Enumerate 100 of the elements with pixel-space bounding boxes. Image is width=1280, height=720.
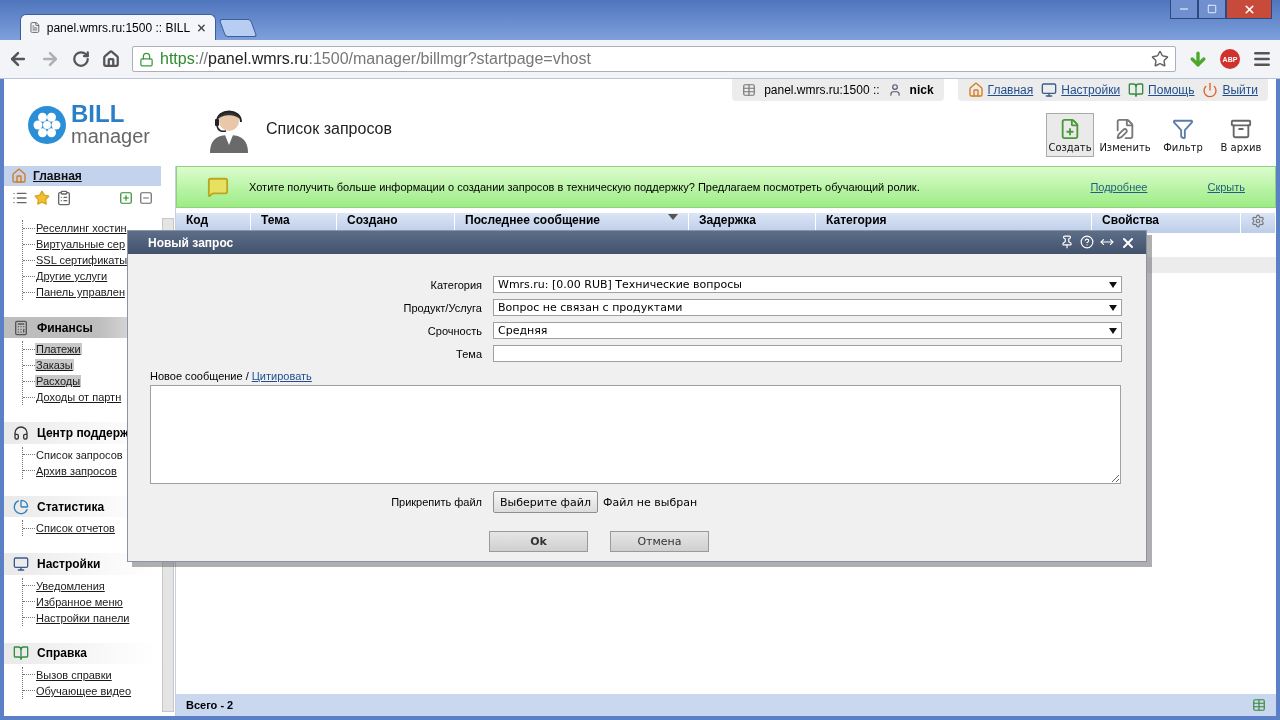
- choose-file-button[interactable]: Выберите файл: [493, 491, 598, 513]
- select-field[interactable]: Вопрос не связан с продуктами: [493, 299, 1122, 316]
- file-pen-icon: [1114, 117, 1136, 140]
- new-tab-button[interactable]: [218, 19, 258, 37]
- archive-icon: [1230, 117, 1252, 140]
- collapse-icon[interactable]: [139, 191, 153, 206]
- file-plus-icon: [1059, 117, 1081, 140]
- field-label: Прикрепить файл: [390, 496, 482, 508]
- toolbar-button[interactable]: Создать: [1046, 113, 1094, 157]
- minimize-button[interactable]: [1170, 0, 1198, 19]
- home-icon: [11, 168, 27, 185]
- group-title: Справка: [37, 646, 87, 661]
- sidebar-link[interactable]: Список отчетов: [35, 522, 116, 535]
- sidebar-link[interactable]: Реселлинг хостин: [35, 222, 128, 235]
- toolbar-button[interactable]: В архив: [1214, 113, 1268, 157]
- select-field[interactable]: Wmrs.ru: [0.00 RUB] Технические вопросы: [493, 276, 1122, 293]
- top-link[interactable]: Выйти: [1202, 82, 1258, 98]
- toolbar-button[interactable]: Изменить: [1098, 113, 1152, 157]
- monitor-icon: [13, 555, 29, 572]
- message-label: Новое сообщение /: [150, 370, 249, 382]
- power-icon: [1202, 82, 1219, 98]
- maximize-icon: [1207, 4, 1217, 14]
- speech-bubble-icon: [207, 176, 229, 198]
- field-label: Категория: [429, 278, 482, 291]
- cancel-button[interactable]: Отмена: [610, 531, 709, 552]
- sidebar-link[interactable]: Уведомления: [35, 579, 106, 592]
- ok-button[interactable]: Ok: [489, 531, 588, 552]
- sidebar-link[interactable]: Другие услуги: [35, 270, 109, 283]
- top-link[interactable]: Настройки: [1041, 82, 1121, 98]
- star-icon[interactable]: [34, 190, 50, 207]
- sidebar-link[interactable]: Вызов справки: [35, 668, 113, 681]
- page-title: Список запросов: [266, 120, 392, 138]
- sort-arrow-icon: [668, 214, 678, 220]
- maximize-button[interactable]: [1198, 0, 1226, 19]
- sidebar-link[interactable]: Заказы: [35, 359, 74, 372]
- banner-text: Хотите получить больше информации о создании запросов в техническую поддержку? Предлагаем посмотреть обучающий ролик.: [249, 181, 921, 193]
- user-icon: [887, 83, 902, 97]
- monitor-icon: [1041, 82, 1058, 98]
- book-icon: [1128, 82, 1145, 98]
- expand-icon[interactable]: [119, 191, 133, 206]
- sidebar-link[interactable]: Виртуальные сер: [35, 238, 127, 251]
- logo-icon: [27, 105, 67, 145]
- home-link[interactable]: Главная: [33, 169, 82, 184]
- field-label: Продукт/Услуга: [402, 301, 482, 314]
- browser-tab[interactable]: panel.wmrs.ru:1500 :: BILL: [20, 14, 216, 40]
- logo-subtitle: manager: [71, 125, 150, 147]
- sidebar-link[interactable]: SSL сертификаты: [35, 254, 129, 267]
- help-icon[interactable]: [1080, 234, 1094, 249]
- sidebar-link[interactable]: Архив запросов: [35, 464, 118, 477]
- total-count: Всего - 2: [186, 699, 235, 711]
- caret-icon: [1109, 281, 1117, 288]
- sidebar-link[interactable]: Настройки панели: [35, 611, 131, 624]
- dialog-title: Новый запрос: [148, 235, 235, 250]
- close-window-button[interactable]: [1226, 0, 1272, 19]
- pin-icon[interactable]: [1060, 234, 1074, 249]
- menu-icon[interactable]: [1252, 49, 1272, 69]
- caret-icon: [1109, 304, 1117, 311]
- clipboard-icon[interactable]: [56, 190, 72, 207]
- sidebar-link[interactable]: Панель управлен: [35, 286, 126, 299]
- message-field[interactable]: [150, 385, 1121, 484]
- group-title: Настройки: [37, 556, 101, 571]
- sidebar-link[interactable]: Расходы: [35, 375, 82, 388]
- home-icon[interactable]: [102, 50, 120, 68]
- banner-link[interactable]: Скрыть: [1207, 181, 1245, 193]
- field-label: Тема: [455, 347, 482, 360]
- book-icon: [13, 645, 29, 662]
- banner-link[interactable]: Подробнее: [1090, 181, 1148, 193]
- logo-text: BILL: [71, 103, 126, 125]
- page-icon: [29, 21, 41, 34]
- column-settings-icon[interactable]: [1251, 214, 1265, 228]
- sidebar-link[interactable]: Список запросов: [35, 448, 124, 461]
- address-bar[interactable]: https://panel.wmrs.ru:1500/manager/billmgr?startpage=vhost: [132, 46, 1176, 72]
- server-icon: [742, 83, 757, 97]
- download-icon[interactable]: [1188, 49, 1208, 69]
- filter-icon: [1172, 117, 1194, 140]
- file-status: Файл не выбран: [602, 495, 698, 509]
- user-name: nick: [909, 83, 934, 97]
- top-link[interactable]: Помощь: [1128, 82, 1195, 98]
- sidebar-link[interactable]: Избранное меню: [35, 595, 124, 608]
- export-icon[interactable]: [1252, 698, 1266, 712]
- top-link[interactable]: Главная: [967, 82, 1034, 98]
- pie-chart-icon: [13, 498, 29, 515]
- star-icon[interactable]: [1151, 50, 1169, 68]
- sidebar-link[interactable]: Платежи: [35, 343, 82, 356]
- sidebar-link[interactable]: Обучающее видео: [35, 684, 133, 697]
- field-label: Срочность: [426, 324, 482, 337]
- headphones-icon: [13, 425, 29, 442]
- reload-icon[interactable]: [72, 50, 90, 68]
- input-field[interactable]: [493, 345, 1122, 362]
- select-field[interactable]: Средняя: [493, 322, 1122, 339]
- group-title: Финансы: [37, 320, 93, 335]
- caret-icon: [1109, 327, 1117, 334]
- sidebar-link[interactable]: Доходы от партн: [35, 391, 123, 404]
- group-title: Статистика: [37, 499, 105, 514]
- back-icon[interactable]: [8, 49, 28, 69]
- lock-icon: [139, 51, 154, 67]
- quote-link[interactable]: Цитировать: [251, 370, 312, 382]
- toolbar-button[interactable]: Фильтр: [1156, 113, 1210, 157]
- close-icon: [1242, 2, 1256, 16]
- calculator-icon: [13, 319, 29, 336]
